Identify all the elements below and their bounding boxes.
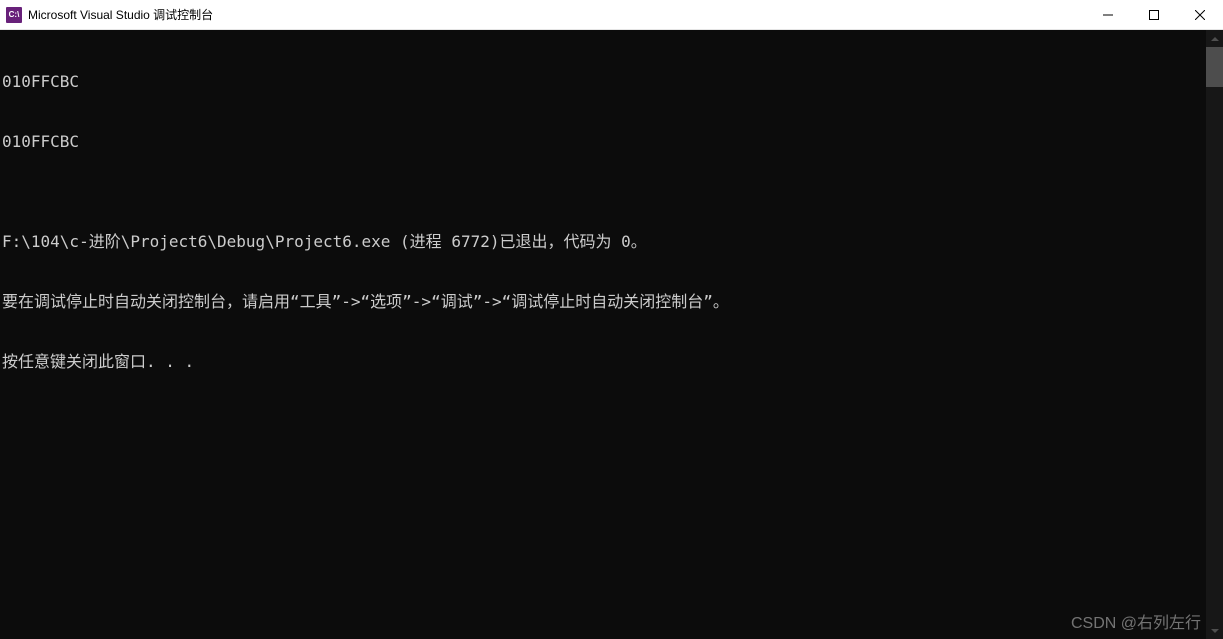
app-icon-text: C:\ bbox=[9, 10, 20, 19]
chevron-down-icon bbox=[1211, 629, 1219, 633]
console-line: 010FFCBC bbox=[2, 72, 1206, 92]
console-area: 010FFCBC 010FFCBC F:\104\c-进阶\Project6\D… bbox=[0, 30, 1223, 639]
window-controls bbox=[1085, 0, 1223, 29]
maximize-button[interactable] bbox=[1131, 0, 1177, 29]
console-content[interactable]: 010FFCBC 010FFCBC F:\104\c-进阶\Project6\D… bbox=[0, 30, 1206, 639]
chevron-up-icon bbox=[1211, 37, 1219, 41]
console-line: 按任意键关闭此窗口. . . bbox=[2, 352, 1206, 372]
close-icon bbox=[1195, 10, 1205, 20]
console-line: 010FFCBC bbox=[2, 132, 1206, 152]
maximize-icon bbox=[1149, 10, 1159, 20]
minimize-icon bbox=[1103, 10, 1113, 20]
minimize-button[interactable] bbox=[1085, 0, 1131, 29]
scroll-down-button[interactable] bbox=[1206, 622, 1223, 639]
console-line: F:\104\c-进阶\Project6\Debug\Project6.exe … bbox=[2, 232, 1206, 252]
scroll-up-button[interactable] bbox=[1206, 30, 1223, 47]
window-title: Microsoft Visual Studio 调试控制台 bbox=[28, 6, 1085, 23]
titlebar: C:\ Microsoft Visual Studio 调试控制台 bbox=[0, 0, 1223, 30]
console-line: 要在调试停止时自动关闭控制台，请启用“工具”->“选项”->“调试”->“调试停… bbox=[2, 292, 1206, 312]
close-button[interactable] bbox=[1177, 0, 1223, 29]
app-icon: C:\ bbox=[6, 7, 22, 23]
vertical-scrollbar[interactable] bbox=[1206, 30, 1223, 639]
scroll-thumb[interactable] bbox=[1206, 47, 1223, 87]
